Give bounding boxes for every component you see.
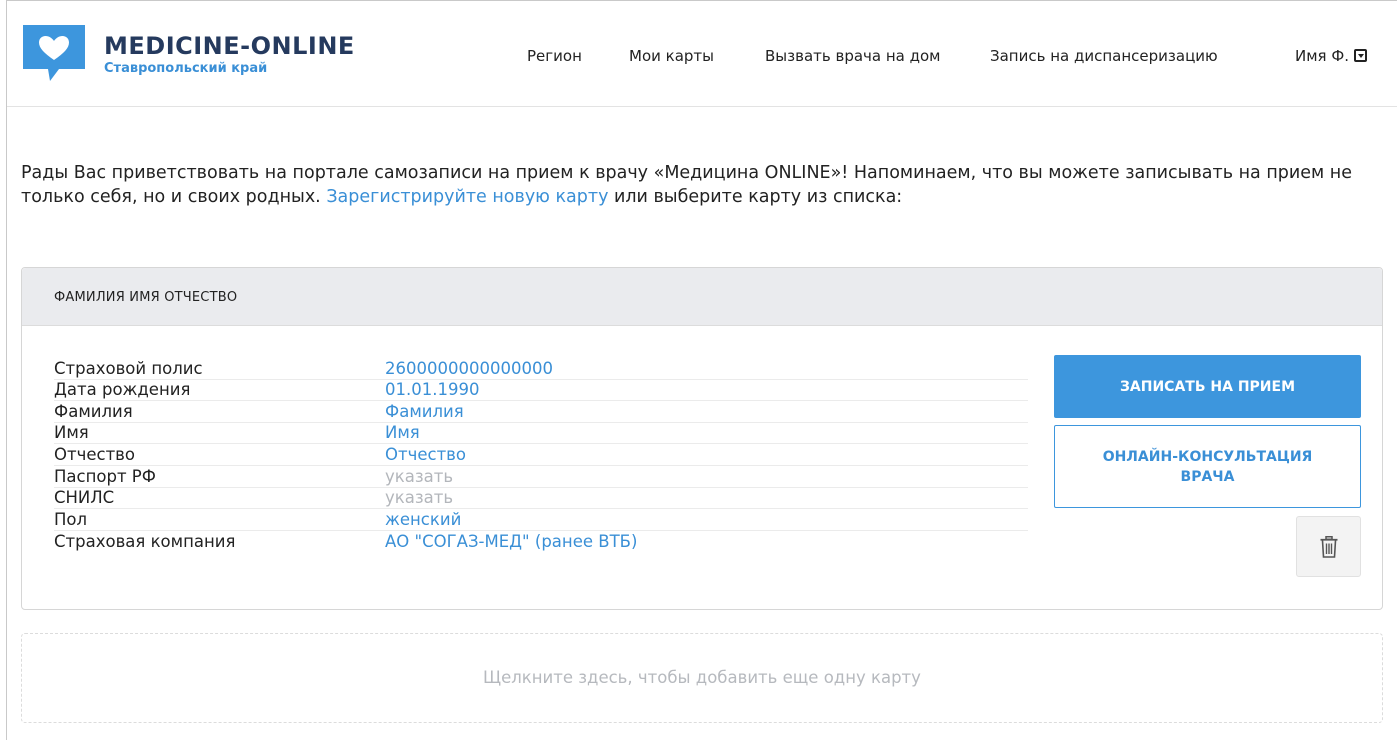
nav-my-cards[interactable]: Мои карты <box>629 47 714 65</box>
field-row-insurer: Страховая компания АО "СОГАЗ-МЕД" (ранее… <box>54 531 1028 553</box>
field-row-passport: Паспорт РФ указать <box>54 466 1028 488</box>
nav-dispensary[interactable]: Запись на диспансеризацию <box>990 47 1218 65</box>
field-value-name[interactable]: Имя <box>385 424 420 442</box>
add-card-area[interactable]: Щелкните здесь, чтобы добавить еще одну … <box>21 633 1383 723</box>
field-label: Пол <box>54 509 88 529</box>
trash-icon <box>1320 536 1338 558</box>
card-fields: Страховой полис 2600000000000000 Дата ро… <box>54 358 1028 552</box>
field-row-gender: Пол женский <box>54 509 1028 531</box>
field-row-patronymic: Отчество Отчество <box>54 444 1028 466</box>
book-appointment-button[interactable]: ЗАПИСАТЬ НА ПРИЕМ <box>1054 355 1361 418</box>
delete-card-button[interactable] <box>1296 516 1361 577</box>
nav-call-doctor[interactable]: Вызвать врача на дом <box>765 47 941 65</box>
field-label: Фамилия <box>54 401 133 421</box>
main-nav: Регион Мои карты Вызвать врача на дом За… <box>7 47 1397 67</box>
field-row-snils: СНИЛС указать <box>54 488 1028 510</box>
user-menu[interactable]: Имя Ф. <box>1295 47 1368 65</box>
card-header: ФАМИЛИЯ ИМЯ ОТЧЕСТВО <box>22 268 1382 326</box>
welcome-text: Рады Вас приветствовать на портале самоз… <box>21 161 1381 209</box>
field-value-surname[interactable]: Фамилия <box>385 402 464 421</box>
field-label: Отчество <box>54 444 136 464</box>
field-value-birthdate[interactable]: 01.01.1990 <box>385 381 479 399</box>
field-value-policy[interactable]: 2600000000000000 <box>385 359 553 378</box>
field-row-birthdate: Дата рождения 01.01.1990 <box>54 380 1028 402</box>
user-name: Имя Ф. <box>1295 47 1350 65</box>
field-value-passport[interactable]: указать <box>385 467 453 486</box>
field-value-insurer[interactable]: АО "СОГАЗ-МЕД" (ранее ВТБ) <box>385 533 637 551</box>
field-row-policy: Страховой полис 2600000000000000 <box>54 358 1028 380</box>
patient-card: ФАМИЛИЯ ИМЯ ОТЧЕСТВО Страховой полис 260… <box>21 267 1383 610</box>
field-label: СНИЛС <box>54 488 115 508</box>
field-row-name: Имя Имя <box>54 423 1028 445</box>
field-label: Дата рождения <box>54 380 191 400</box>
register-new-card-link[interactable]: Зарегистрируйте новую карту <box>326 187 608 207</box>
field-label: Паспорт РФ <box>54 466 156 486</box>
dropdown-box-icon[interactable] <box>1354 49 1368 62</box>
nav-region[interactable]: Регион <box>527 47 582 65</box>
welcome-text-after: или выберите карту из списка: <box>608 187 903 207</box>
field-row-surname: Фамилия Фамилия <box>54 401 1028 423</box>
online-consultation-button[interactable]: ОНЛАЙН-КОНСУЛЬТАЦИЯ ВРАЧА <box>1054 425 1361 508</box>
page-frame: MEDICINE-ONLINE Ставропольский край Реги… <box>6 0 1397 740</box>
field-value-patronymic[interactable]: Отчество <box>385 445 466 464</box>
field-label: Страховой полис <box>54 358 203 378</box>
field-value-snils[interactable]: указать <box>385 489 453 507</box>
field-label: Страховая компания <box>54 532 236 552</box>
site-header: MEDICINE-ONLINE Ставропольский край Реги… <box>7 1 1397 107</box>
field-value-gender[interactable]: женский <box>385 510 461 529</box>
field-label: Имя <box>54 423 89 443</box>
